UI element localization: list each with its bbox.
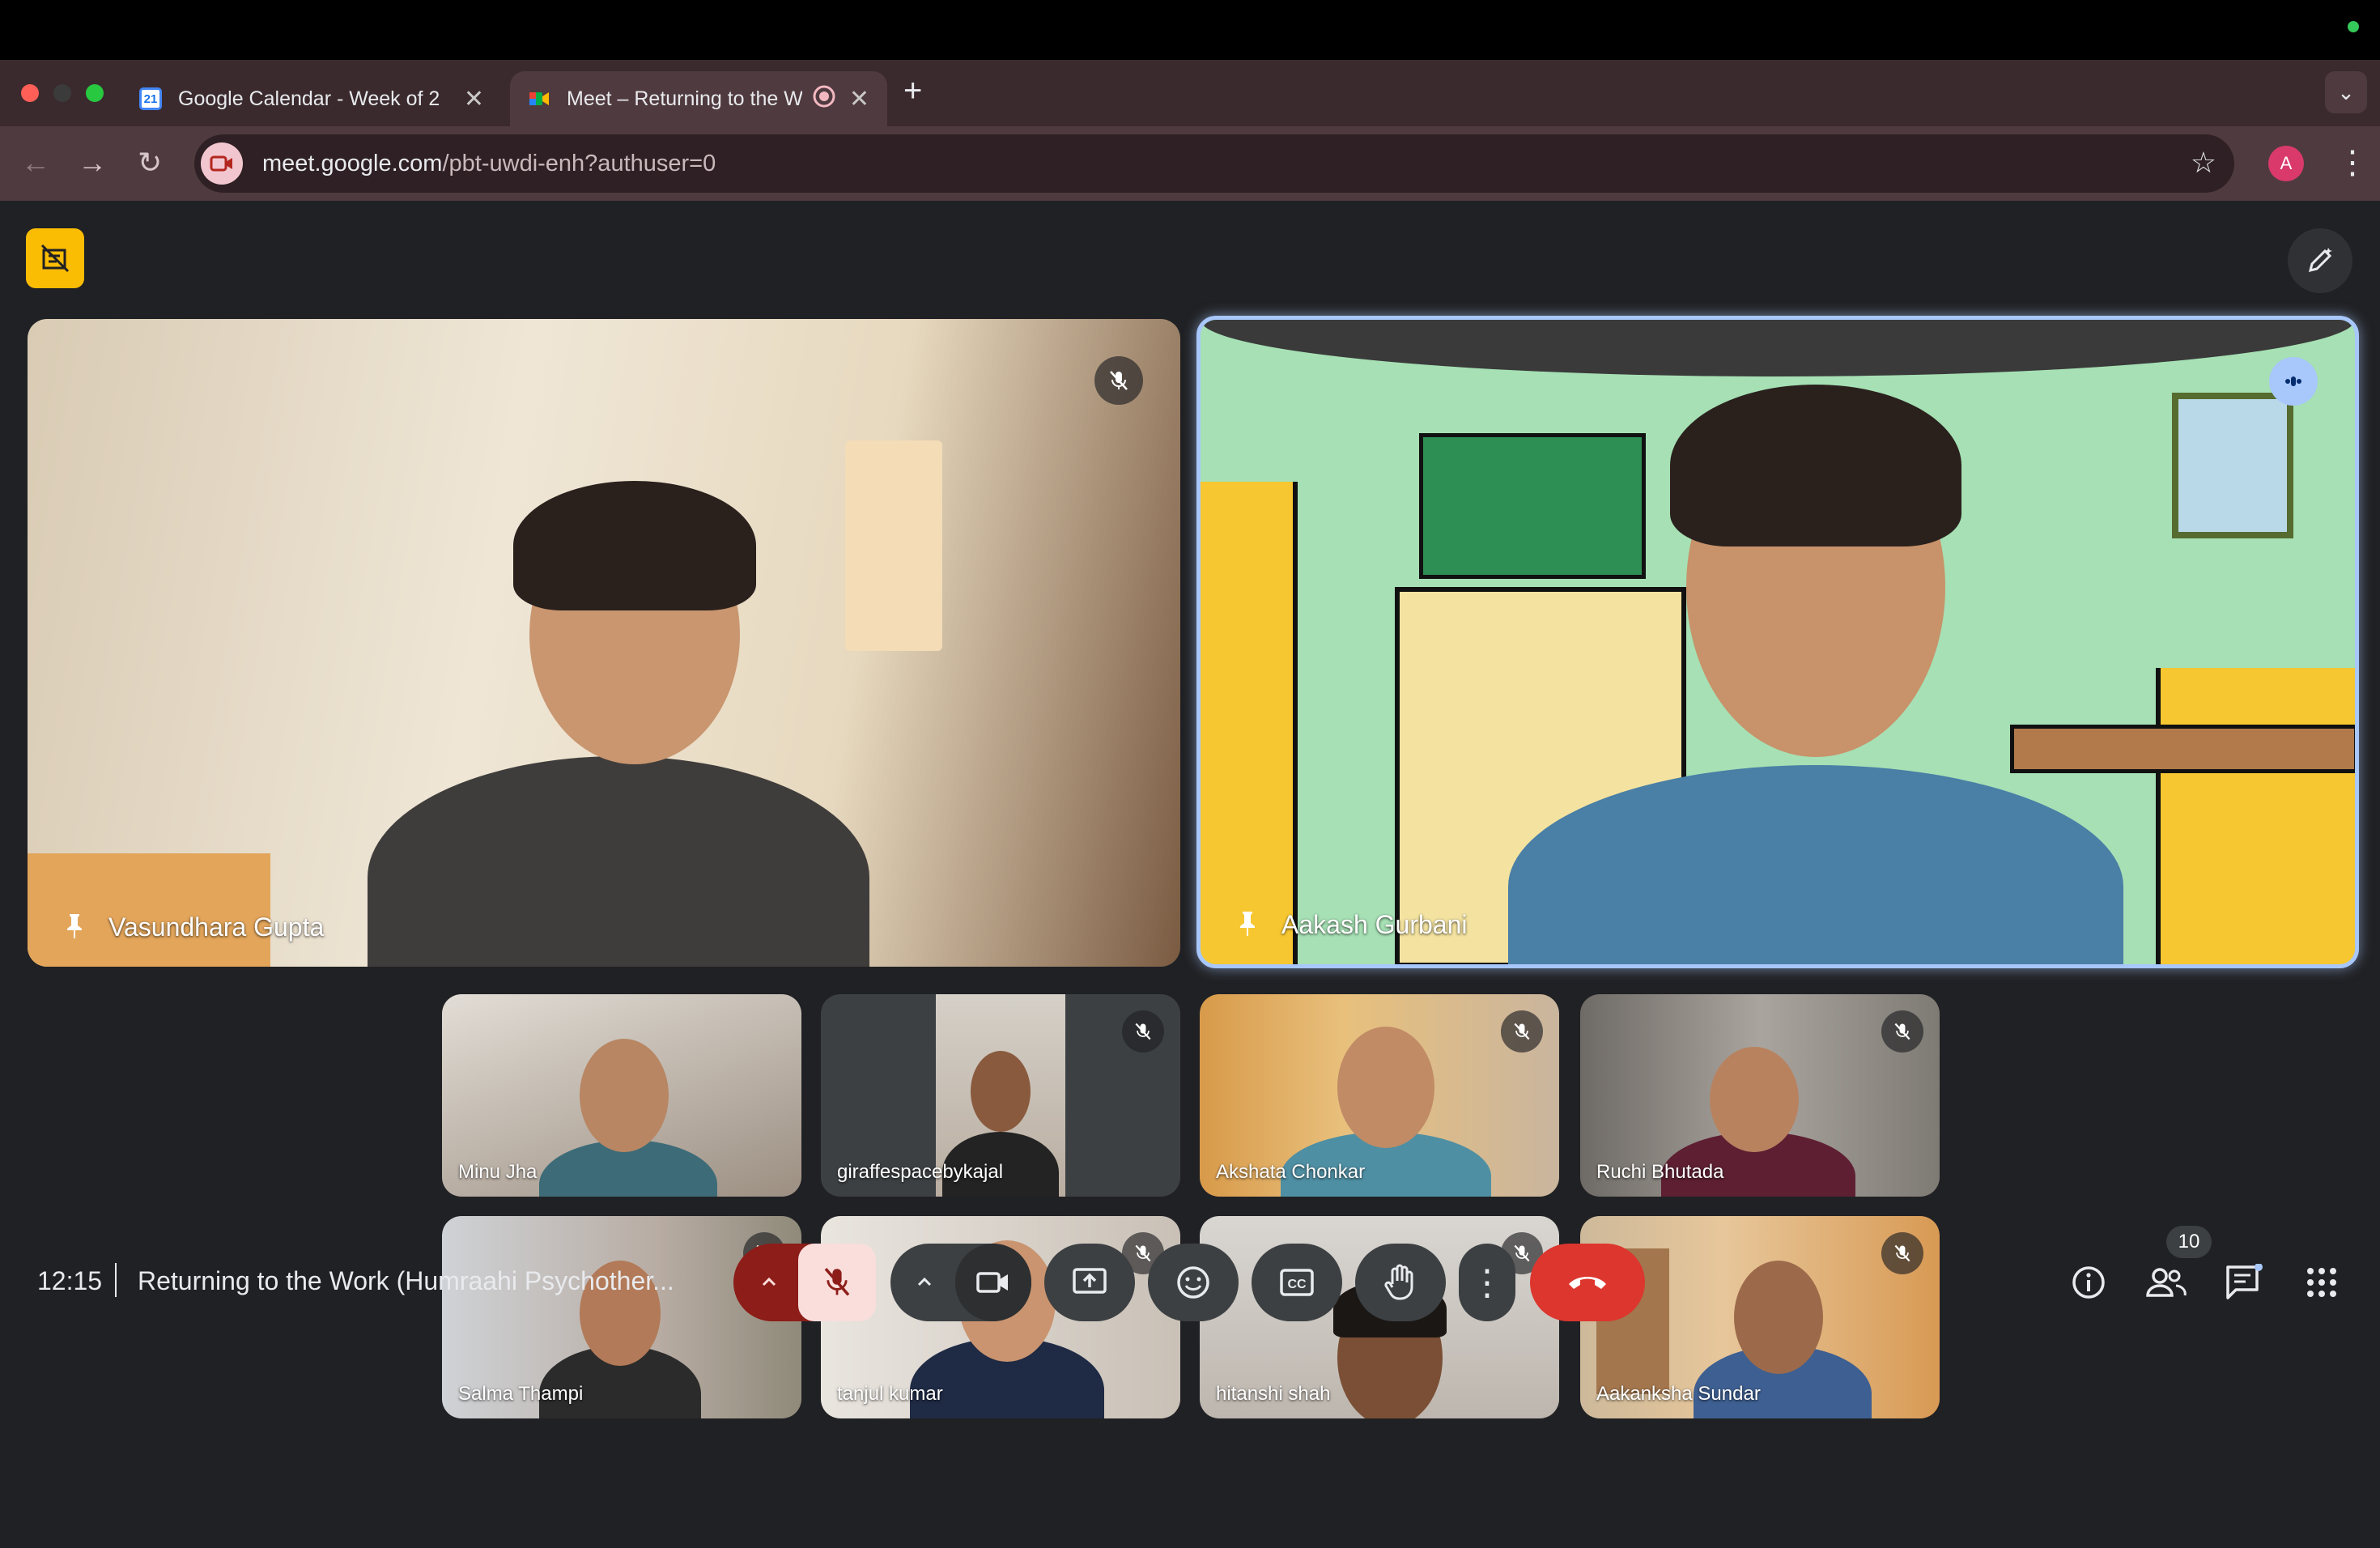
pen-edit-icon[interactable] — [2288, 228, 2352, 293]
camera-button[interactable] — [955, 1244, 1031, 1321]
participant-tile-main-1[interactable]: Vasundhara Gupta — [28, 319, 1180, 967]
people-button[interactable] — [2140, 1257, 2192, 1308]
tab-close-icon[interactable]: ✕ — [464, 85, 484, 113]
meeting-title: Returning to the Work (Humraahi Psychoth… — [138, 1266, 674, 1295]
participant-tile[interactable]: Ruchi Bhutada — [1580, 994, 1940, 1197]
present-screen-button[interactable] — [1044, 1244, 1135, 1321]
chat-button[interactable] — [2218, 1257, 2270, 1308]
audio-options-chevron-icon[interactable] — [733, 1244, 805, 1321]
bookmark-star-icon[interactable]: ☆ — [2191, 146, 2216, 180]
mic-off-icon — [1501, 1010, 1543, 1053]
camera-control-group — [890, 1244, 1031, 1321]
tab-google-calendar[interactable]: 21 Google Calendar - Week of 2 ✕ — [121, 71, 502, 126]
reactions-button[interactable] — [1148, 1244, 1239, 1321]
captions-button[interactable]: CC — [1252, 1244, 1342, 1321]
tab-strip: 21 Google Calendar - Week of 2 ✕ Meet – … — [0, 60, 2380, 126]
raise-hand-icon — [1384, 1264, 1413, 1300]
participant-name: Vasundhara Gupta — [108, 912, 325, 942]
profile-avatar[interactable]: A — [2268, 146, 2304, 181]
divider — [115, 1263, 117, 1297]
participant-name: tanjul kumar — [837, 1383, 943, 1405]
participant-name: Aakanksha Sundar — [1596, 1383, 1761, 1405]
tab-google-meet[interactable]: Meet – Returning to the W ✕ — [510, 71, 887, 126]
screen: 21 Google Calendar - Week of 2 ✕ Meet – … — [0, 0, 2380, 1548]
mic-off-icon — [1881, 1010, 1923, 1053]
google-meet-icon — [528, 87, 550, 110]
video-camera-icon — [976, 1272, 1008, 1293]
activities-button[interactable] — [2296, 1257, 2348, 1308]
forward-arrow-icon[interactable]: → — [78, 146, 107, 180]
participant-name: Minu Jha — [458, 1161, 538, 1183]
url-text: meet.google.com/pbt-uwdi-enh?authuser=0 — [262, 151, 716, 177]
tab-title: Meet – Returning to the W — [567, 87, 802, 110]
url-path: /pbt-uwdi-enh?authuser=0 — [442, 150, 716, 176]
people-icon — [2146, 1268, 2187, 1297]
end-call-icon — [1569, 1277, 1606, 1289]
mic-off-icon — [1881, 1232, 1923, 1274]
microphone-control-group — [733, 1244, 876, 1321]
raise-hand-button[interactable] — [1355, 1244, 1446, 1321]
participant-name: giraffespacebykajal — [837, 1161, 1004, 1183]
tab-search-chevron-icon[interactable]: ⌄ — [2325, 71, 2367, 113]
participant-count-badge: 10 — [2166, 1226, 2212, 1258]
google-calendar-icon: 21 — [139, 87, 162, 110]
speaking-indicator-icon — [2269, 357, 2318, 406]
participant-tile-main-2-active-speaker[interactable]: Aakash Gurbani — [1196, 316, 2359, 968]
browser-menu-icon[interactable]: ⋮ — [2336, 144, 2369, 181]
chat-icon — [2226, 1264, 2263, 1299]
zoom-window-button[interactable] — [86, 84, 104, 102]
present-screen-icon — [1073, 1268, 1107, 1294]
pin-icon[interactable] — [60, 910, 89, 942]
recording-icon — [812, 84, 836, 114]
url-host: meet.google.com — [262, 150, 443, 176]
apps-grid-icon — [2307, 1268, 2336, 1297]
tab-close-icon[interactable]: ✕ — [849, 85, 869, 113]
leave-call-button[interactable] — [1530, 1244, 1645, 1321]
browser-toolbar: ← → ↻ meet.google.com/pbt-uwdi-enh?authu… — [0, 126, 2380, 201]
participant-tile[interactable]: Akshata Chonkar — [1200, 994, 1559, 1197]
reload-icon[interactable]: ↻ — [138, 146, 162, 180]
mic-off-icon — [824, 1268, 850, 1296]
participant-tile[interactable]: Aakanksha Sundar — [1580, 1216, 1940, 1418]
video-options-chevron-icon[interactable] — [890, 1244, 958, 1321]
new-tab-icon[interactable]: + — [903, 73, 922, 109]
participant-tile[interactable]: giraffespacebykajal — [821, 994, 1180, 1197]
participant-name: Aakash Gurbani — [1281, 910, 1468, 939]
mic-off-icon — [1094, 356, 1143, 405]
participant-name: hitanshi shah — [1216, 1383, 1331, 1405]
visual-effects-off-icon[interactable] — [26, 228, 84, 288]
participant-name: Salma Thampi — [458, 1383, 584, 1405]
calendar-date-label: 21 — [143, 91, 158, 106]
more-vert-icon: ⋮ — [1469, 1262, 1505, 1303]
participant-name: Akshata Chonkar — [1216, 1161, 1366, 1183]
participant-tile[interactable]: Minu Jha — [442, 994, 801, 1197]
participant-name: Ruchi Bhutada — [1596, 1161, 1724, 1183]
closed-captions-icon: CC — [1280, 1269, 1314, 1296]
meeting-clock: 12:15 — [37, 1266, 103, 1295]
address-bar[interactable]: meet.google.com/pbt-uwdi-enh?authuser=0 … — [194, 134, 2234, 193]
tab-title: Google Calendar - Week of 2 — [178, 87, 440, 110]
minimize-window-button[interactable] — [53, 84, 71, 102]
meet-stage: Vasundhara Gupta Aakash Gurbani Minu Jha… — [0, 201, 2380, 1548]
mic-off-icon — [1122, 1010, 1164, 1053]
mic-off-button[interactable] — [798, 1244, 876, 1321]
meeting-details-button[interactable] — [2063, 1257, 2114, 1308]
info-icon — [2072, 1266, 2105, 1299]
more-options-button[interactable]: ⋮ — [1459, 1244, 1515, 1321]
system-menubar — [0, 0, 2380, 60]
camera-indicator-icon — [2348, 21, 2359, 32]
svg-text:CC: CC — [1287, 1278, 1307, 1291]
back-arrow-icon[interactable]: ← — [21, 146, 50, 180]
close-window-button[interactable] — [21, 84, 39, 102]
pin-icon[interactable] — [1233, 908, 1262, 940]
site-info-icon[interactable] — [201, 142, 243, 185]
emoji-smile-icon — [1177, 1266, 1209, 1299]
